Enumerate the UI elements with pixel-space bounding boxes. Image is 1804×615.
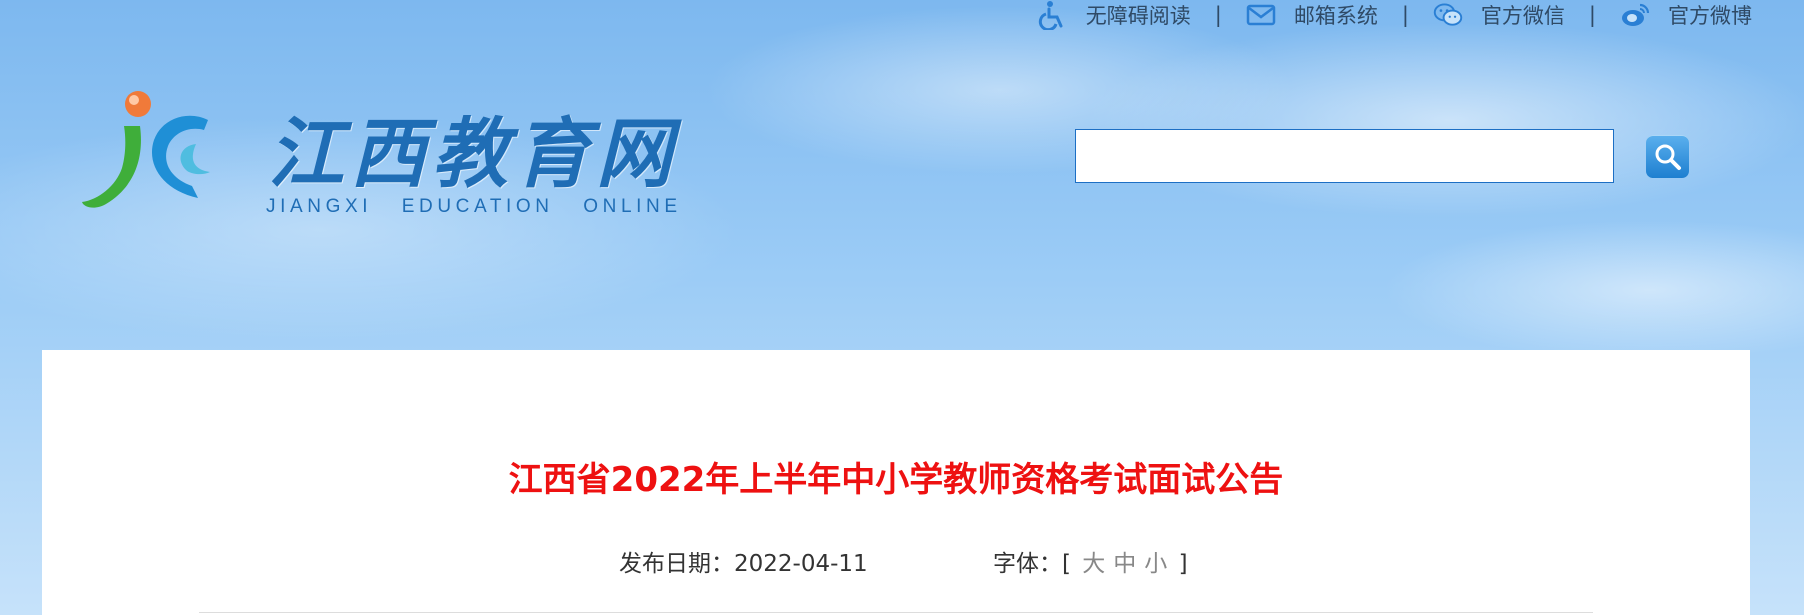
wechat-link[interactable]: 官方微信 (1433, 0, 1565, 30)
site-logo[interactable]: 江西教育网 JIANGXI EDUCATION ONLINE (78, 86, 698, 226)
accessibility-link-label: 无障碍阅读 (1085, 4, 1191, 28)
mail-system-link[interactable]: 邮箱系统 (1246, 0, 1378, 30)
font-size-medium-button[interactable]: 中 (1113, 551, 1136, 577)
search-icon (1655, 144, 1681, 170)
bracket-close: ] (1178, 551, 1188, 577)
separator: | (1214, 3, 1222, 27)
top-links-bar: 无障碍阅读 | 邮箱系统 | 官方微信 | 官方微博 (1038, 0, 1752, 30)
publish-date: 2022-04-11 (734, 551, 868, 577)
search-input[interactable] (1075, 129, 1614, 183)
font-size-small-button[interactable]: 小 (1144, 551, 1167, 577)
divider (199, 612, 1593, 613)
weibo-link[interactable]: 官方微博 (1620, 0, 1752, 30)
accessibility-icon (1038, 0, 1068, 30)
logo-subtitle: JIANGXI EDUCATION ONLINE (266, 196, 682, 217)
separator: | (1401, 3, 1409, 27)
article-card: 江西省2022年上半年中小学教师资格考试面试公告 发布日期：2022-04-11… (42, 350, 1750, 615)
separator: | (1588, 3, 1596, 27)
mail-system-link-label: 邮箱系统 (1293, 4, 1378, 28)
font-size-control: 字体：[ 大中小 ] (993, 544, 1188, 578)
weibo-link-label: 官方微博 (1668, 4, 1752, 28)
bracket-open: [ (1062, 551, 1071, 577)
publish-date-info: 发布日期：2022-04-11 (619, 544, 868, 578)
search-button[interactable] (1646, 135, 1689, 178)
logo-emblem-icon (82, 91, 210, 208)
publish-date-label: 发布日期： (619, 551, 734, 577)
mail-icon (1246, 0, 1276, 30)
font-size-large-button[interactable]: 大 (1082, 551, 1105, 577)
wechat-icon (1433, 0, 1463, 30)
logo-title: 江西教育网 (268, 109, 678, 198)
article-title: 江西省2022年上半年中小学教师资格考试面试公告 (508, 460, 1284, 500)
font-size-label: 字体： (993, 551, 1062, 577)
wechat-link-label: 官方微信 (1480, 4, 1565, 28)
accessibility-link[interactable]: 无障碍阅读 (1038, 0, 1191, 30)
weibo-icon (1620, 0, 1650, 30)
